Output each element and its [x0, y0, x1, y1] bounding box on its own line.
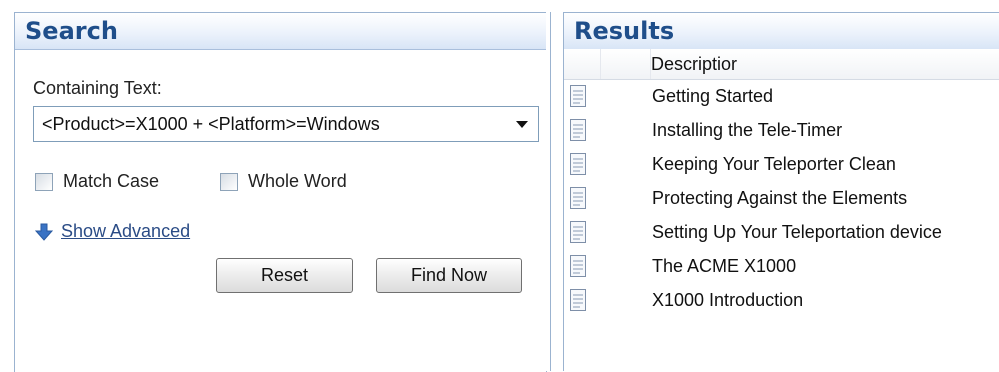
whole-word-box[interactable]	[220, 172, 238, 191]
match-case-checkbox[interactable]: Match Case	[35, 171, 159, 192]
document-icon	[570, 255, 586, 277]
results-panel-title: Results	[564, 13, 999, 50]
result-title: Protecting Against the Elements	[652, 188, 908, 208]
result-row[interactable]: Getting Started	[564, 79, 999, 113]
result-title: Keeping Your Teleporter Clean	[652, 154, 896, 174]
chevron-down-icon[interactable]	[516, 121, 528, 128]
results-column-header: Descriptior	[564, 49, 999, 80]
result-row[interactable]: Keeping Your Teleporter Clean	[564, 147, 999, 181]
document-icon	[570, 221, 586, 243]
description-column-header[interactable]: Descriptior	[650, 49, 737, 79]
containing-text-dropdown[interactable]: <Product>=X1000 + <Platform>=Windows	[33, 106, 539, 142]
blue-down-arrow-icon	[35, 223, 53, 241]
result-title: X1000 Introduction	[652, 290, 804, 310]
result-row[interactable]: The ACME X1000	[564, 249, 999, 283]
reset-button[interactable]: Reset	[216, 258, 353, 293]
containing-text-label: Containing Text:	[33, 78, 162, 98]
result-title: Setting Up Your Teleportation device	[652, 222, 942, 242]
result-title: Getting Started	[652, 86, 774, 106]
result-row[interactable]: Installing the Tele-Timer	[564, 113, 999, 147]
result-title: Installing the Tele-Timer	[652, 120, 843, 140]
app-window: Search Containing Text: <Product>=X1000 …	[0, 0, 999, 372]
match-case-box[interactable]	[35, 172, 53, 191]
result-title: The ACME X1000	[652, 256, 797, 276]
whole-word-checkbox[interactable]: Whole Word	[220, 171, 347, 192]
match-case-label: Match Case	[63, 171, 160, 191]
search-panel-title: Search	[15, 13, 546, 50]
result-row[interactable]: X1000 Introduction	[564, 283, 999, 317]
show-advanced-link[interactable]: Show Advanced	[61, 221, 190, 242]
search-panel: Search Containing Text: <Product>=X1000 …	[14, 12, 547, 372]
show-advanced-link-row[interactable]: Show Advanced	[35, 221, 190, 242]
whole-word-label: Whole Word	[248, 171, 347, 191]
result-row[interactable]: Setting Up Your Teleportation device	[564, 215, 999, 249]
document-icon	[570, 289, 586, 311]
icon-column-header[interactable]	[564, 49, 601, 79]
splitter-line	[550, 12, 551, 371]
find-now-button[interactable]: Find Now	[376, 258, 522, 293]
dropdown-value: <Product>=X1000 + <Platform>=Windows	[42, 114, 380, 134]
result-row[interactable]: Protecting Against the Elements	[564, 181, 999, 215]
document-icon	[570, 119, 586, 141]
document-icon	[570, 187, 586, 209]
document-icon	[570, 85, 586, 107]
results-panel: Results Descriptior Getting Started Inst…	[564, 12, 999, 372]
document-icon	[570, 153, 586, 175]
